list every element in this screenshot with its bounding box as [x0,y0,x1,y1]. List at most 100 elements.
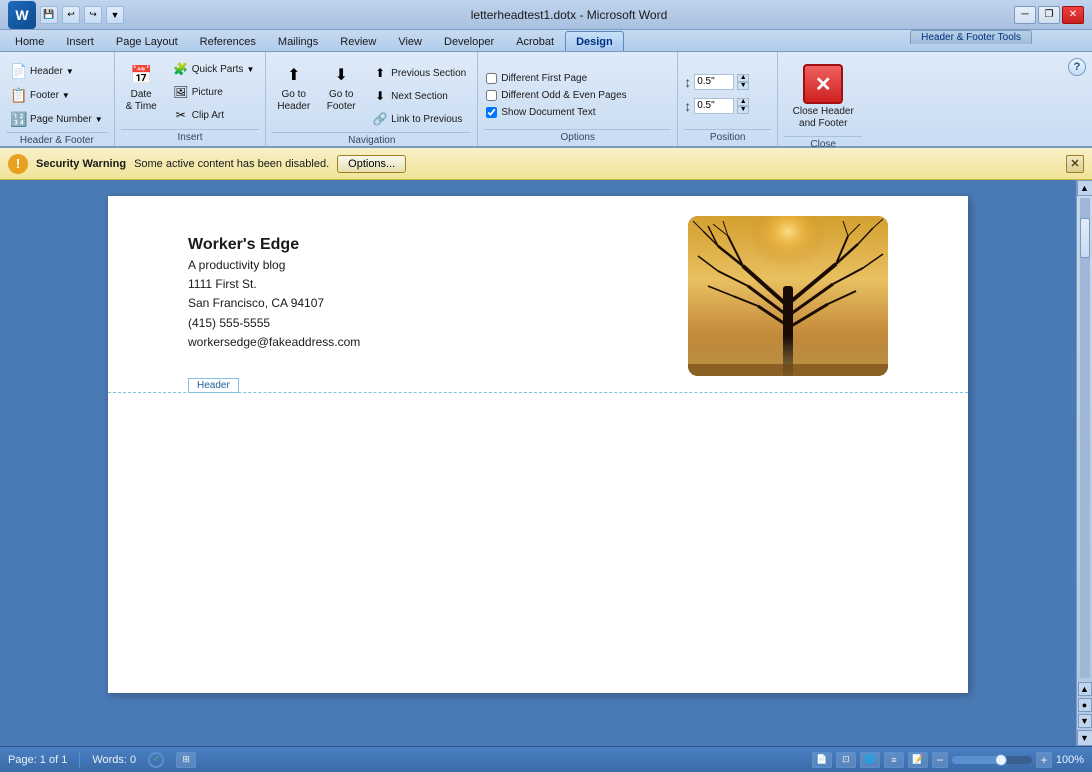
clip-art-button[interactable]: ✂ Clip Art [168,104,260,126]
tab-insert[interactable]: Insert [55,31,105,51]
header-from-top-row: ↕ 0.5" ▲ ▼ [684,73,749,91]
different-odd-even-input[interactable] [486,90,497,101]
draft-button[interactable]: 📝 [908,752,928,768]
tab-view[interactable]: View [387,31,433,51]
footer-spin-down[interactable]: ▼ [737,106,749,114]
document-page: Worker's Edge A productivity blog 1111 F… [108,196,968,693]
page-number-button[interactable]: 🔢 Page Number ▼ [6,108,108,130]
scroll-up-button[interactable]: ▲ [1077,180,1092,196]
different-first-page-input[interactable] [486,73,497,84]
date-time-icon: 📅 [127,61,155,89]
picture-button[interactable]: 🖼 Picture [168,81,260,103]
footer-from-bottom-row: ↕ 0.5" ▲ ▼ [684,97,749,115]
prev-section-icon: ⬆ [372,65,388,81]
company-name: Worker's Edge [188,236,360,254]
quick-access-save[interactable]: 💾 [40,6,58,24]
titlebar-left: W 💾 ↩ ↪ ▼ [8,1,124,29]
close-window-button[interactable]: ✕ [1062,6,1084,24]
company-details: A productivity blog 1111 First St. San F… [188,256,360,352]
words-status: Words: 0 [92,754,136,766]
header-button[interactable]: 📄 Header ▼ [6,60,79,82]
go-to-header-button[interactable]: ⬆ Go toHeader [272,58,315,116]
quick-access-menu[interactable]: ▼ [106,6,124,24]
outline-button[interactable]: ≡ [884,752,904,768]
security-close-button[interactable]: ✕ [1066,155,1084,173]
close-hf-icon: ✕ [803,64,843,104]
header-spin-up[interactable]: ▲ [737,74,749,82]
quick-access-undo[interactable]: ↩ [62,6,80,24]
close-hf-label: Close Headerand Footer [793,106,854,130]
go-footer-icon: ⬇ [327,61,355,89]
next-section-button[interactable]: ⬇ Next Section [367,85,471,107]
next-section-icon: ⬇ [372,88,388,104]
header-spin-down[interactable]: ▼ [737,82,749,90]
company-image [688,216,888,376]
link-prev-icon: 🔗 [372,111,388,127]
group-header-footer: 📄 Header ▼ 📋 Footer ▼ 🔢 Page Number ▼ He… [0,52,115,146]
footer-pos-spinner[interactable]: ▲ ▼ [737,98,749,114]
different-odd-even-checkbox[interactable]: Different Odd & Even Pages [484,89,628,102]
print-layout-button[interactable]: 📄 [812,752,832,768]
tab-design[interactable]: Design [565,31,624,51]
quick-parts-button[interactable]: 🧩 Quick Parts ▼ [168,58,260,80]
statusbar: Page: 1 of 1 Words: 0 ✓ ⊞ 📄 ⊡ 🌐 ≡ 📝 − + … [0,746,1092,772]
address1: 1111 First St. [188,275,360,294]
go-to-footer-button[interactable]: ⬇ Go toFooter [321,58,361,116]
restore-button[interactable]: ❐ [1038,6,1060,24]
full-screen-button[interactable]: ⊡ [836,752,856,768]
different-first-page-checkbox[interactable]: Different First Page [484,72,589,85]
zoom-slider[interactable] [952,756,1032,764]
window-title: letterheadtest1.dotx - Microsoft Word [471,8,668,22]
scroll-prev-page[interactable]: ▲ [1078,682,1092,696]
tab-review[interactable]: Review [329,31,387,51]
tab-mailings[interactable]: Mailings [267,31,329,51]
group-close-label: Close [784,136,862,153]
tab-developer[interactable]: Developer [433,31,505,51]
security-icon: ! [8,154,28,174]
show-document-text-input[interactable] [486,107,497,118]
scroll-down-button[interactable]: ▼ [1077,730,1092,746]
scroll-track[interactable] [1080,198,1090,678]
header-from-top-field[interactable]: 0.5" [694,74,734,90]
zoom-out-button[interactable]: − [932,752,948,768]
zoom-thumb[interactable] [995,754,1007,766]
scroll-thumb[interactable] [1080,218,1090,258]
group-options-label: Options [484,129,671,146]
footer-spin-up[interactable]: ▲ [737,98,749,106]
clip-art-icon: ✂ [173,107,189,123]
track-changes-button[interactable]: ⊞ [176,752,196,768]
tab-references[interactable]: References [189,31,267,51]
quick-parts-icon: 🧩 [173,61,189,77]
group-insert: 📅 Date & Time 🧩 Quick Parts ▼ 🖼 Picture … [115,52,267,146]
minimize-button[interactable]: ─ [1014,6,1036,24]
hf-tools-label: Header & Footer Tools [910,30,1032,44]
page-number-icon: 🔢 [11,111,27,127]
tab-home[interactable]: Home [4,31,55,51]
footer-button[interactable]: 📋 Footer ▼ [6,84,75,106]
email: workersedge@fakeaddress.com [188,333,360,352]
status-sep-1 [79,752,80,768]
date-time-button[interactable]: 📅 Date & Time [121,58,162,116]
close-header-footer-button[interactable]: ✕ Close Headerand Footer [785,60,862,134]
web-layout-button[interactable]: 🌐 [860,752,880,768]
quick-access-redo[interactable]: ↪ [84,6,102,24]
document-body [108,393,968,693]
scroll-select[interactable]: ● [1078,698,1092,712]
phone: (415) 555-5555 [188,314,360,333]
footer-from-bottom-field[interactable]: 0.5" [694,98,734,114]
group-position: ↕ 0.5" ▲ ▼ ↕ 0.5" ▲ ▼ Position [678,52,778,146]
previous-section-button[interactable]: ⬆ Previous Section [367,62,471,84]
tab-acrobat[interactable]: Acrobat [505,31,565,51]
help-button[interactable]: ? [1068,58,1086,76]
zoom-in-button[interactable]: + [1036,752,1052,768]
link-to-previous-button[interactable]: 🔗 Link to Previous [367,108,471,130]
group-close: ✕ Close Headerand Footer Close [778,52,868,146]
document-header: Worker's Edge A productivity blog 1111 F… [108,196,968,393]
ribbon: 📄 Header ▼ 📋 Footer ▼ 🔢 Page Number ▼ He… [0,52,1092,148]
header-pos-spinner[interactable]: ▲ ▼ [737,74,749,90]
show-document-text-checkbox[interactable]: Show Document Text [484,106,597,119]
group-insert-label: Insert [121,129,260,146]
scroll-next-page[interactable]: ▼ [1078,714,1092,728]
security-options-button[interactable]: Options... [337,155,406,173]
tab-page-layout[interactable]: Page Layout [105,31,189,51]
